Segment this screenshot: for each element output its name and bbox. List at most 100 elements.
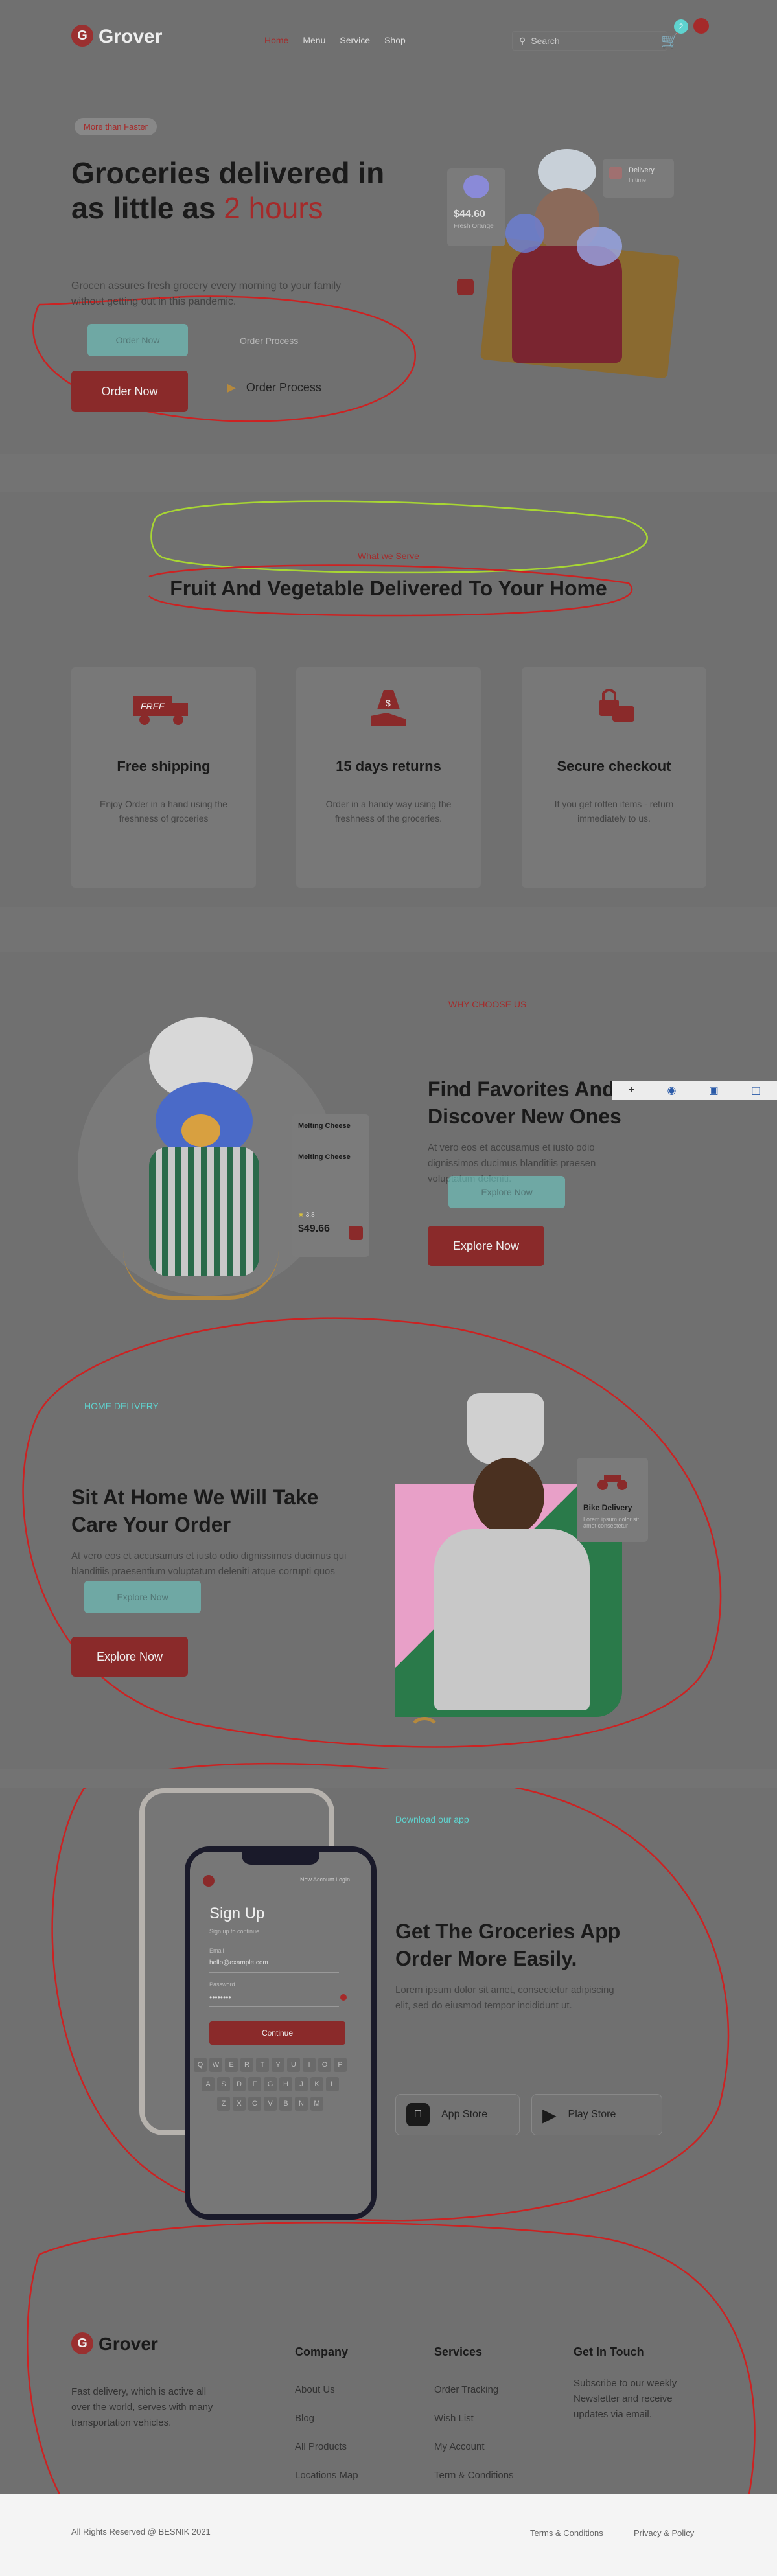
phone-keyboard: QWERTYUIOP ASDFGHJKL ZXCVBNM [194, 2058, 357, 2122]
copyright: All Rights Reserved @ BESNIK 2021 [71, 2527, 211, 2536]
add-to-cart-icon[interactable] [457, 279, 474, 295]
phone-sub: Sign up to continue [209, 1928, 260, 1935]
footer-company-title: Company [295, 2345, 349, 2358]
keyboard-key[interactable]: T [256, 2058, 269, 2072]
back-icon[interactable] [203, 1875, 215, 1887]
hero-section: More than Faster Groceries delivered in … [0, 78, 777, 441]
profile-dot[interactable] [693, 18, 709, 34]
keyboard-key[interactable]: D [233, 2077, 246, 2091]
free-truck-icon: FREE [126, 680, 198, 732]
app-text: Lorem ipsum dolor sit amet, consectetur … [395, 1984, 614, 2011]
keyboard-key[interactable]: W [209, 2058, 222, 2072]
keyboard-key[interactable]: A [202, 2077, 215, 2091]
keyboard-key[interactable]: I [303, 2058, 316, 2072]
order-now-ghost: Order Now [87, 324, 188, 356]
email-field[interactable]: hello@example.com [209, 1959, 339, 1973]
nav-menu[interactable]: Menu [303, 35, 325, 45]
footer-link[interactable]: My Account [434, 2433, 514, 2461]
serve-card-text: If you get rotten items - return immedia… [554, 799, 674, 823]
keyboard-key[interactable]: H [279, 2077, 292, 2091]
footer-link[interactable]: Term & Conditions [434, 2461, 514, 2490]
footer-link[interactable]: All Products [295, 2433, 358, 2461]
footer-about: Fast delivery, which is active all over … [71, 2386, 213, 2428]
keyboard-key[interactable]: Q [194, 2058, 207, 2072]
footer-link[interactable]: About Us [295, 2376, 358, 2404]
nav-shop[interactable]: Shop [384, 35, 406, 45]
search-icon: ⚲ [519, 35, 526, 46]
footer-link[interactable]: Locations Map [295, 2461, 358, 2490]
keyboard-key[interactable]: O [318, 2058, 331, 2072]
password-field[interactable]: •••••••• [209, 1993, 339, 2007]
phone-header: New Account Login [300, 1876, 351, 1883]
keyboard-key[interactable]: Y [272, 2058, 284, 2072]
cart-icon[interactable]: 🛒 [661, 32, 678, 49]
keyboard-key[interactable]: K [310, 2077, 323, 2091]
play-store-button[interactable]: ▶ Play Store [531, 2094, 662, 2135]
nav-service[interactable]: Service [340, 35, 370, 45]
keyboard-key[interactable]: R [240, 2058, 253, 2072]
plus-icon[interactable]: + [629, 1085, 634, 1096]
play-icon: ▶ [227, 381, 236, 394]
password-label: Password [209, 1981, 235, 1988]
search-input[interactable]: ⚲ Search [512, 31, 667, 51]
terms-link[interactable]: Terms & Conditions [530, 2528, 603, 2538]
footer-touch: Get In Touch Subscribe to our weekly New… [574, 2345, 703, 2422]
apple-icon:  [406, 2103, 430, 2126]
logo-text[interactable]: Grover [99, 26, 162, 48]
keyboard-key[interactable]: S [217, 2077, 230, 2091]
band-3 [0, 1769, 777, 1788]
order-now-button[interactable]: Order Now [71, 371, 188, 412]
footer-company: Company About Us Blog All Products Locat… [295, 2345, 358, 2490]
keyboard-key[interactable]: V [264, 2097, 277, 2111]
keyboard-key[interactable]: Z [217, 2097, 230, 2111]
bike-text: Lorem ipsum dolor sit amet consectetur [583, 1516, 640, 1529]
serve-card-text: Order in a handy way using the freshness… [325, 799, 452, 823]
delivery-title: Sit At Home We Will Take Care Your Order [71, 1486, 319, 1536]
phone-notch [242, 1850, 319, 1865]
nav-home[interactable]: Home [264, 35, 288, 45]
hero-title: Groceries delivered in as little as 2 ho… [71, 155, 408, 225]
footer-logo-mark[interactable]: G [71, 2332, 93, 2354]
order-process-ghost: Order Process [240, 336, 299, 346]
keyboard-key[interactable]: P [334, 2058, 347, 2072]
footer-link[interactable]: Order Tracking [434, 2376, 514, 2404]
hero-product-price: $44.60 [454, 209, 485, 220]
app-store-button[interactable]:  App Store [395, 2094, 520, 2135]
footer-logo-text[interactable]: Grover [99, 2334, 158, 2354]
hero-title-line1: Groceries delivered in [71, 156, 385, 190]
delivery-explore-button[interactable]: Explore Now [71, 1637, 188, 1677]
keyboard-key[interactable]: L [326, 2077, 339, 2091]
footer-link[interactable]: Blog [295, 2404, 358, 2433]
eye-toggle-icon[interactable] [340, 1994, 347, 2001]
lock-icon[interactable]: ▣ [709, 1084, 719, 1097]
eye-icon[interactable]: ◉ [667, 1084, 677, 1097]
add-to-cart-icon[interactable] [349, 1226, 363, 1240]
keyboard-key[interactable]: N [295, 2097, 308, 2111]
serve-card-title: Secure checkout [557, 758, 671, 774]
keyboard-key[interactable]: M [310, 2097, 323, 2111]
hero-title-accent: 2 hours [224, 191, 323, 225]
delivery-explore-ghost: Explore Now [84, 1581, 201, 1613]
delivery-sub: In time [629, 177, 647, 183]
privacy-link[interactable]: Privacy & Policy [634, 2528, 694, 2538]
order-process-button[interactable]: ▶ Order Process [227, 381, 321, 395]
hero-badge: More than Faster [75, 118, 157, 135]
footer-touch-title: Get In Touch [574, 2345, 644, 2358]
keyboard-key[interactable]: E [225, 2058, 238, 2072]
delivery-text: At vero eos et accusamus et iusto odio d… [71, 1550, 347, 1577]
choose-explore-button[interactable]: Explore Now [428, 1226, 544, 1266]
keyboard-key[interactable]: B [279, 2097, 292, 2111]
rating: ★ 3.8 [298, 1212, 315, 1219]
logo-mark[interactable]: G [71, 25, 93, 47]
keyboard-key[interactable]: G [264, 2077, 277, 2091]
keyboard-key[interactable]: F [248, 2077, 261, 2091]
keyboard-key[interactable]: U [287, 2058, 300, 2072]
keyboard-key[interactable]: J [295, 2077, 308, 2091]
star-icon: ★ [298, 1212, 304, 1219]
serve-eyebrow: What we Serve [358, 551, 419, 561]
link-icon[interactable]: ◫ [751, 1084, 761, 1097]
keyboard-key[interactable]: C [248, 2097, 261, 2111]
continue-button[interactable]: Continue [209, 2021, 345, 2045]
footer-link[interactable]: Wish List [434, 2404, 514, 2433]
keyboard-key[interactable]: X [233, 2097, 246, 2111]
